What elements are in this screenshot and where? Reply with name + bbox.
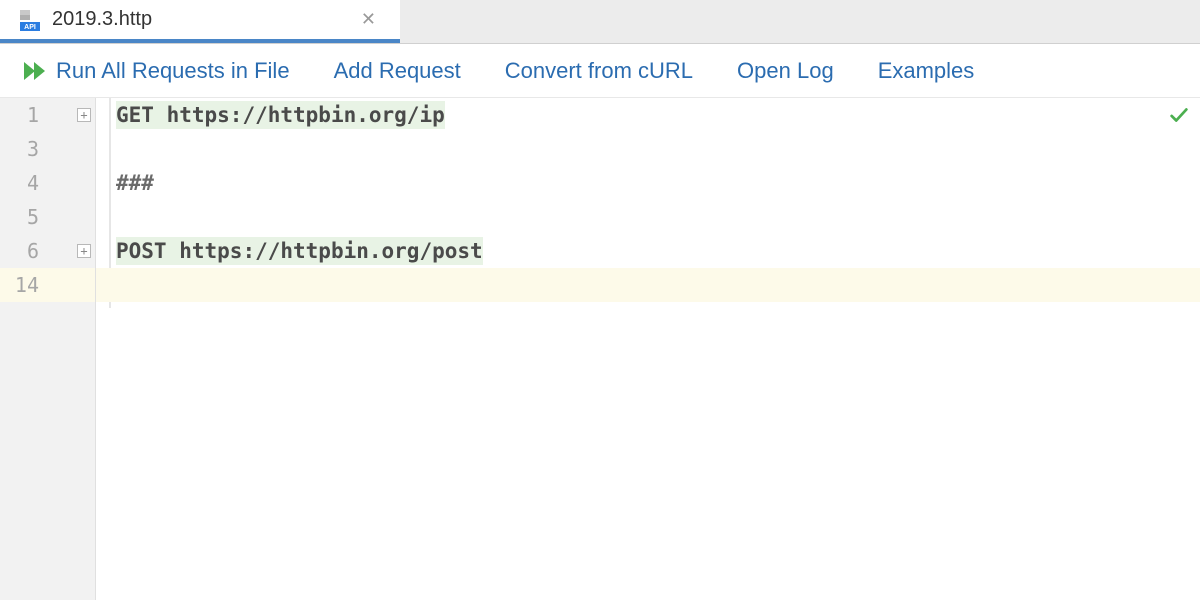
code-line[interactable]	[100, 132, 1200, 166]
line-number-gutter: 1 + 3 4 5 6 + 14	[0, 98, 96, 600]
tab-title: 2019.3.http	[52, 8, 152, 31]
line-number: 3	[0, 132, 95, 166]
http-url: https://httpbin.org/ip	[167, 101, 445, 129]
add-request-label: Add Request	[334, 58, 461, 84]
run-all-label: Run All Requests in File	[56, 58, 290, 84]
run-all-icon	[24, 60, 50, 82]
editor-tab[interactable]: API 2019.3.http ✕	[0, 0, 400, 43]
convert-curl-button[interactable]: Convert from cURL	[505, 58, 693, 84]
code-line[interactable]: POST https://httpbin.org/post	[100, 234, 1200, 268]
line-number: 6 +	[0, 234, 95, 268]
convert-curl-label: Convert from cURL	[505, 58, 693, 84]
line-number: 5	[0, 200, 95, 234]
http-method: POST	[116, 237, 167, 265]
code-area[interactable]: GET https://httpbin.org/ip ### POST http…	[96, 98, 1200, 600]
open-log-button[interactable]: Open Log	[737, 58, 834, 84]
request-separator: ###	[116, 171, 154, 195]
run-all-button[interactable]: Run All Requests in File	[24, 58, 290, 84]
line-number: 4	[0, 166, 95, 200]
close-icon[interactable]: ✕	[357, 5, 380, 34]
http-method: GET	[116, 101, 154, 129]
examples-button[interactable]: Examples	[878, 58, 975, 84]
fold-expand-icon[interactable]: +	[77, 108, 91, 122]
code-line[interactable]: ###	[100, 166, 1200, 200]
tab-bar: API 2019.3.http ✕	[0, 0, 1200, 44]
add-request-button[interactable]: Add Request	[334, 58, 461, 84]
code-line[interactable]: GET https://httpbin.org/ip	[100, 98, 1200, 132]
fold-expand-icon[interactable]: +	[77, 244, 91, 258]
code-line[interactable]	[100, 200, 1200, 234]
http-url: https://httpbin.org/post	[179, 237, 482, 265]
code-line[interactable]	[100, 268, 1200, 302]
editor-toolbar: Run All Requests in File Add Request Con…	[0, 44, 1200, 98]
examples-label: Examples	[878, 58, 975, 84]
svg-text:API: API	[24, 24, 36, 31]
editor-area[interactable]: 1 + 3 4 5 6 + 14 GET https://httpbin.org…	[0, 98, 1200, 600]
open-log-label: Open Log	[737, 58, 834, 84]
line-number: 1 +	[0, 98, 95, 132]
line-number: 14	[0, 268, 95, 302]
api-file-icon: API	[18, 8, 42, 32]
